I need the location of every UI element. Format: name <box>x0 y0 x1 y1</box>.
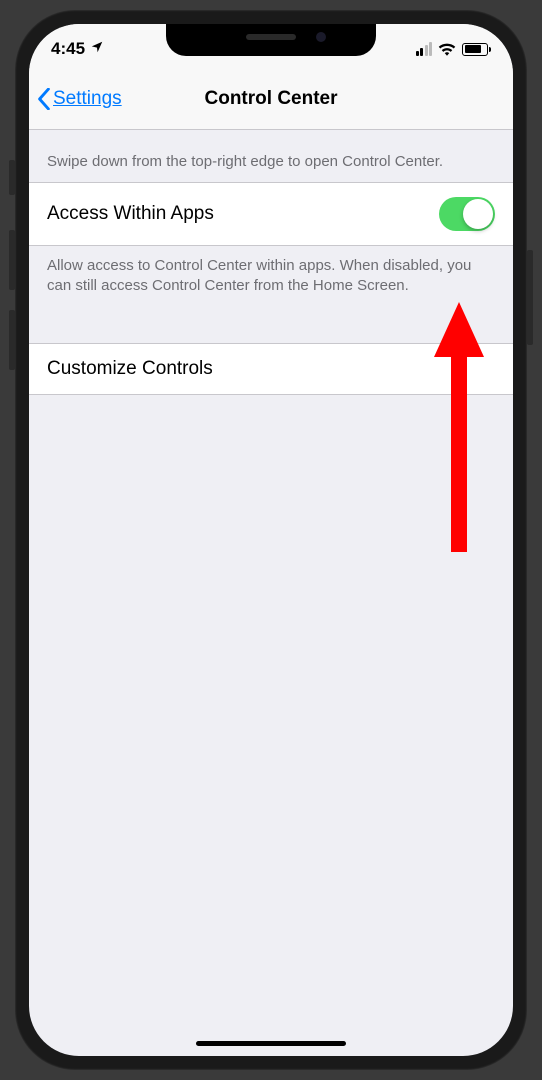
wifi-icon <box>438 42 456 56</box>
navigation-bar: Settings Control Center <box>29 68 513 130</box>
notch <box>166 24 376 56</box>
phone-frame: 4:45 <box>15 10 527 1070</box>
chevron-left-icon <box>37 88 51 110</box>
status-time: 4:45 <box>51 39 85 59</box>
row-label: Customize Controls <box>47 358 213 380</box>
section-footer-text: Allow access to Control Center within ap… <box>29 246 513 317</box>
back-label: Settings <box>53 88 122 110</box>
row-label: Access Within Apps <box>47 203 214 225</box>
home-indicator[interactable] <box>196 1041 346 1046</box>
location-services-icon <box>90 39 104 59</box>
page-title: Control Center <box>205 88 338 110</box>
screen: 4:45 <box>29 24 513 1056</box>
content-area: Swipe down from the top-right edge to op… <box>29 130 513 395</box>
section-header-text: Swipe down from the top-right edge to op… <box>29 130 513 182</box>
access-within-apps-toggle[interactable] <box>439 197 495 231</box>
customize-controls-row[interactable]: Customize Controls <box>29 343 513 395</box>
battery-icon <box>462 43 491 56</box>
access-within-apps-row: Access Within Apps <box>29 182 513 246</box>
cellular-signal-icon <box>416 42 433 56</box>
back-button[interactable]: Settings <box>37 88 122 110</box>
